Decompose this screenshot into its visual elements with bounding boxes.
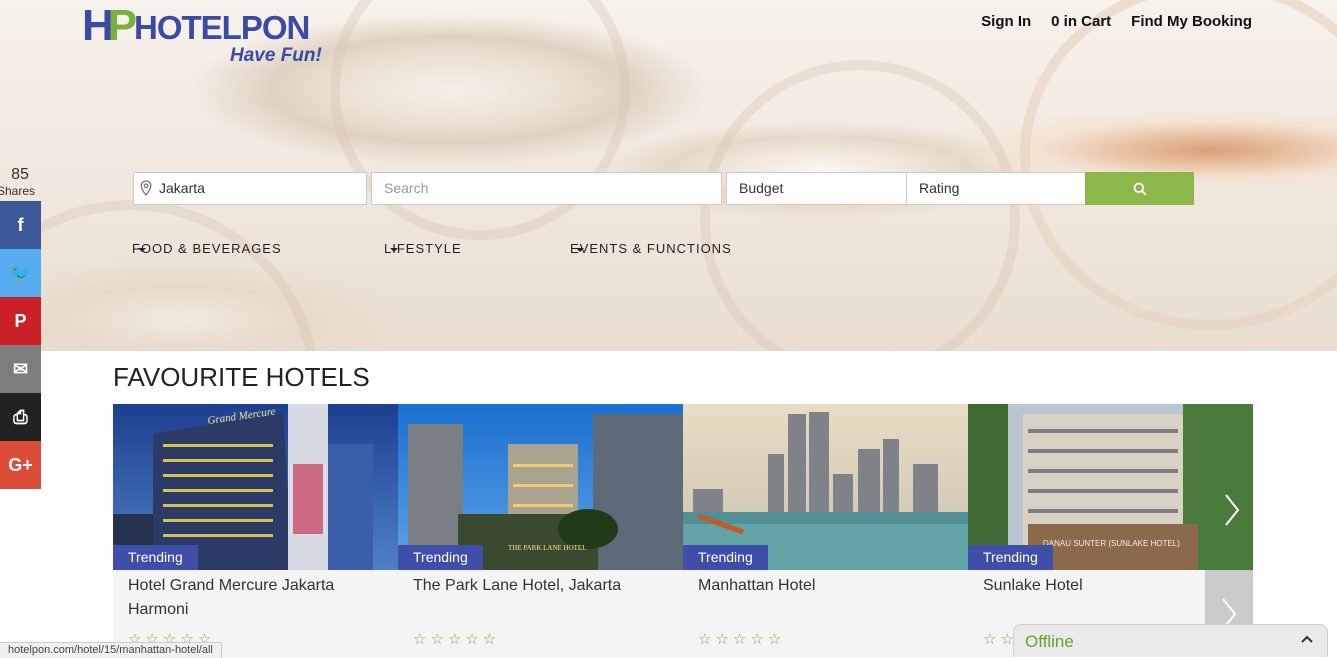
- twitter-icon: 🐦: [9, 262, 32, 283]
- map-pin-icon: [140, 180, 152, 196]
- hotel-name: Sunlake Hotel: [983, 577, 1083, 594]
- share-button[interactable]: P: [0, 297, 41, 345]
- logo-tagline: Have Fun!: [230, 45, 322, 66]
- hotel-carousel: Grand Mercure Trending Hotel Grand Mercu…: [113, 404, 1253, 657]
- share-button[interactable]: ✉: [0, 345, 41, 393]
- trending-badge: Trending: [113, 545, 198, 570]
- find-booking-link[interactable]: Find My Booking: [1131, 13, 1252, 31]
- trending-badge: Trending: [968, 545, 1053, 570]
- share-button[interactable]: 🐦: [0, 249, 41, 297]
- cart-link[interactable]: 0 in Cart: [1051, 13, 1111, 31]
- rating-value: Rating: [919, 180, 960, 196]
- search-icon: [1133, 182, 1147, 196]
- category-label: LIFESTYLE: [384, 241, 462, 256]
- hotel-card[interactable]: Trending Manhattan Hotel ☆☆☆☆☆: [683, 404, 968, 657]
- share-button[interactable]: f: [0, 201, 41, 249]
- plate-ring: [1020, 0, 1337, 330]
- top-nav: Sign In 0 in Cart Find My Booking: [981, 13, 1252, 31]
- budget-value: Budget: [739, 180, 784, 196]
- share-button[interactable]: ⎙: [0, 393, 41, 441]
- google-plus-icon: G+: [8, 454, 33, 475]
- hotel-name: Hotel Grand Mercure Jakarta Harmoni: [128, 577, 335, 618]
- pinterest-icon: P: [14, 310, 27, 331]
- hotel-sign: DANAU SUNTER (SUNLAKE HOTEL): [1043, 539, 1180, 548]
- search-input[interactable]: Search: [371, 172, 722, 205]
- hotel-name: The Park Lane Hotel, Jakarta: [413, 577, 622, 594]
- star-rating: ☆☆☆☆☆: [698, 630, 786, 648]
- chevron-up-icon[interactable]: [1301, 635, 1313, 643]
- sign-in-link[interactable]: Sign In: [981, 13, 1031, 31]
- facebook-icon: f: [17, 214, 24, 235]
- share-button[interactable]: G+: [0, 441, 41, 489]
- hotelpon-logo[interactable]: HP HOTELPON Have Fun!: [82, 4, 332, 68]
- social-share-bar: f 🐦 P ✉ ⎙ G+: [0, 201, 41, 489]
- budget-select[interactable]: Budget: [726, 172, 907, 205]
- chevron-right-icon: [1225, 494, 1240, 526]
- location-field[interactable]: Jakarta: [133, 172, 367, 205]
- share-count: 85 Shares: [0, 166, 40, 198]
- trending-badge: Trending: [398, 545, 483, 570]
- star-rating: ☆☆☆☆☆: [413, 630, 501, 648]
- section-title: FAVOURITE HOTELS: [113, 362, 370, 392]
- hotel-name: Manhattan Hotel: [698, 577, 816, 594]
- category-food-beverages[interactable]: FOOD & BEVERAGES: [132, 241, 281, 257]
- rating-select[interactable]: Rating: [906, 172, 1086, 205]
- category-label: FOOD & BEVERAGES: [132, 241, 282, 256]
- category-lifestyle[interactable]: LIFESTYLE: [384, 241, 461, 257]
- email-icon: ✉: [12, 358, 29, 379]
- share-count-number: 85: [11, 166, 29, 183]
- print-icon: ⎙: [13, 406, 28, 427]
- search-placeholder: Search: [384, 180, 429, 196]
- share-count-label: Shares: [0, 184, 36, 198]
- chat-widget[interactable]: Offline: [1013, 624, 1328, 657]
- steamer-ring: [700, 60, 1020, 351]
- chat-status: Offline: [1025, 632, 1074, 651]
- location-value: Jakarta: [159, 180, 205, 196]
- hotel-card[interactable]: THE PARK LANE HOTEL Trending The Park La…: [398, 404, 683, 657]
- carousel-image-next[interactable]: [1212, 485, 1252, 535]
- search-button[interactable]: [1085, 172, 1194, 205]
- hotel-card[interactable]: Grand Mercure Trending Hotel Grand Mercu…: [113, 404, 398, 657]
- trending-badge: Trending: [683, 545, 768, 570]
- logo-wordmark: HOTELPON: [134, 9, 310, 46]
- status-bar-url: hotelpon.com/hotel/15/manhattan-hotel/al…: [0, 642, 222, 658]
- category-label: EVENTS & FUNCTIONS: [570, 241, 732, 256]
- logo-mark: HP: [82, 1, 137, 50]
- steamer-ring: [0, 200, 320, 351]
- category-events-functions[interactable]: EVENTS & FUNCTIONS: [570, 241, 731, 257]
- hotel-sign: THE PARK LANE HOTEL: [508, 544, 587, 552]
